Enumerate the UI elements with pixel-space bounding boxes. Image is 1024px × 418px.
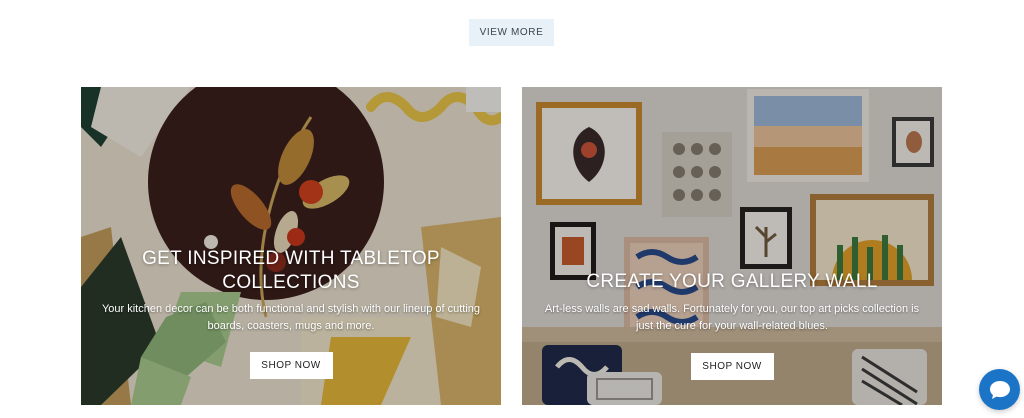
card-content: CREATE YOUR GALLERY WALL Art-less walls … <box>522 270 942 380</box>
tabletop-collections-card[interactable]: GET INSPIRED WITH TABLETOP COLLECTIONS Y… <box>81 87 501 405</box>
shop-now-button[interactable]: SHOP NOW <box>249 352 333 379</box>
card-content: GET INSPIRED WITH TABLETOP COLLECTIONS Y… <box>81 247 501 379</box>
view-more-button[interactable]: VIEW MORE <box>469 19 554 46</box>
card-description: Art-less walls are sad walls. Fortunatel… <box>544 303 920 332</box>
chat-launcher-button[interactable] <box>979 369 1020 410</box>
card-description: Your kitchen decor can be both functiona… <box>101 303 481 332</box>
card-title: GET INSPIRED WITH TABLETOP COLLECTIONS <box>142 248 440 293</box>
card-title: CREATE YOUR GALLERY WALL <box>586 271 878 292</box>
shop-now-button[interactable]: SHOP NOW <box>690 353 774 380</box>
gallery-wall-card[interactable]: CREATE YOUR GALLERY WALL Art-less walls … <box>522 87 942 405</box>
chat-bubble-icon <box>989 380 1010 399</box>
